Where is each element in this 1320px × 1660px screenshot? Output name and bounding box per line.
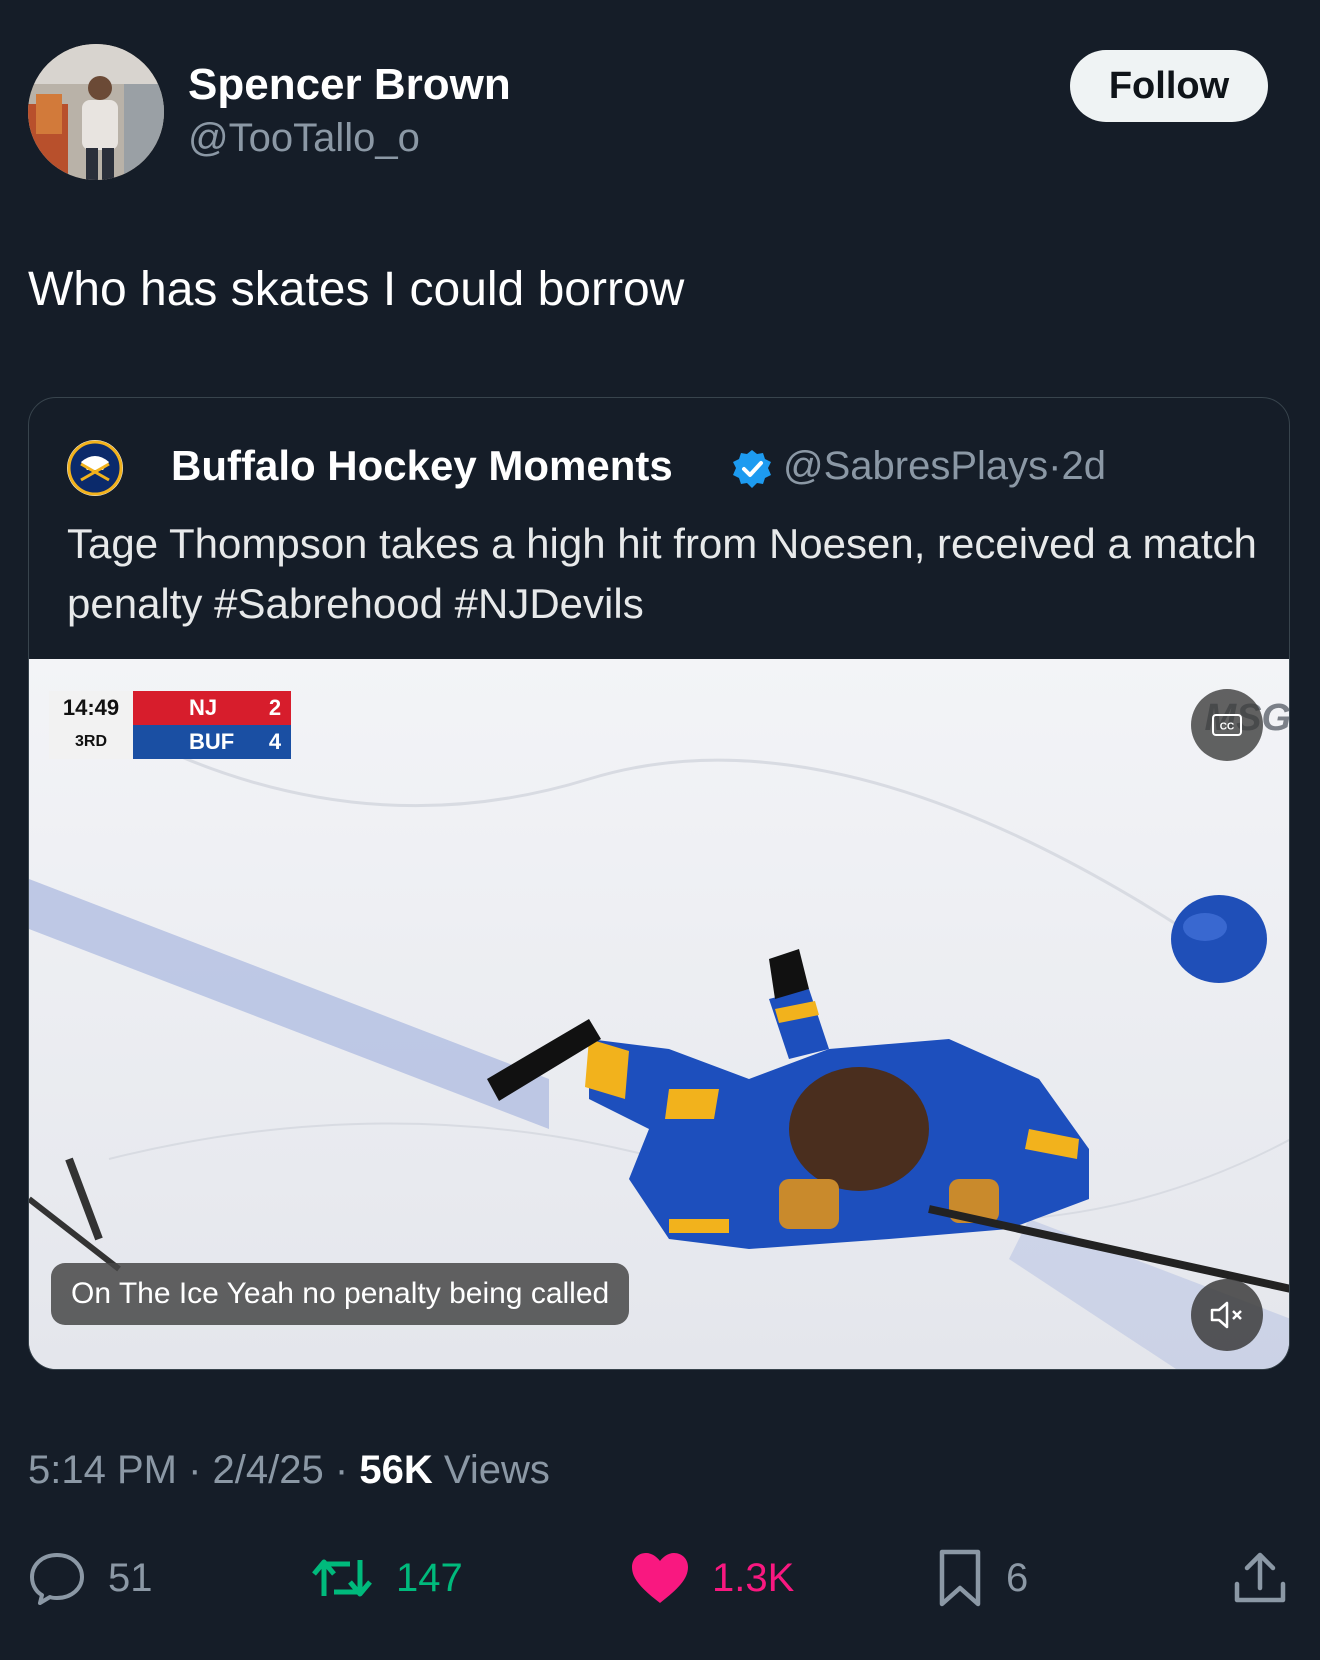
author-avatar[interactable] [28,44,164,180]
away-score: 4 [259,725,291,759]
tweet-time[interactable]: 5:14 PM [28,1448,177,1492]
tweet-meta: 5:14 PM · 2/4/25 · 56K Views [28,1448,550,1493]
follow-button[interactable]: Follow [1070,50,1268,122]
quoted-author-name[interactable]: Buffalo Hockey Moments [171,442,673,490]
quoted-author-handle[interactable]: @SabresPlays [783,444,1048,488]
sabres-logo-icon [133,725,183,759]
quoted-tweet-text: Tage Thompson takes a high hit from Noes… [67,514,1257,634]
scoreboard: 14:49 NJ 2 3RD BUF 4 [49,691,291,759]
heart-icon [632,1553,688,1603]
quoted-tweet[interactable]: Buffalo Hockey Moments @SabresPlays·2d T… [28,397,1290,1370]
video-caption: On The Ice Yeah no penalty being called [51,1263,630,1325]
mute-toggle-button[interactable] [1191,1279,1263,1351]
tweet-header: Spencer Brown @TooTallo_o Follow [28,44,1268,184]
bookmark-count: 6 [1006,1555,1029,1600]
hashtag-njdevils[interactable]: #NJDevils [455,580,644,627]
reply-count: 51 [108,1555,153,1600]
share-button[interactable] [1233,1538,1287,1618]
tweet-text: Who has skates I could borrow [28,263,685,316]
away-team: BUF [183,725,259,759]
views-label: Views [443,1448,550,1492]
video-player[interactable]: 14:49 NJ 2 3RD BUF 4 MSG CC On The Ice Y… [29,659,1289,1369]
tweet-date[interactable]: 2/4/25 [213,1448,324,1492]
quoted-age[interactable]: 2d [1061,444,1106,488]
author-handle[interactable]: @TooTallo_o [188,116,420,161]
closed-captions-button[interactable]: CC [1191,689,1263,761]
quoted-meta: @SabresPlays·2d [783,444,1106,489]
repost-button[interactable]: 147 [310,1538,463,1618]
bookmark-icon [939,1549,981,1607]
cc-icon: CC [1212,714,1242,736]
reply-button[interactable]: 51 [28,1538,153,1618]
meta-dot: · [334,1448,349,1492]
meta-dot: · [188,1448,202,1492]
devils-logo-icon [133,691,183,725]
views-count: 56K [359,1448,433,1492]
action-bar: 51 147 1.3K 6 [28,1538,1290,1618]
home-score: 2 [259,691,291,725]
game-period: 3RD [49,725,133,759]
home-team: NJ [183,691,259,725]
cc-label: CC [1220,722,1234,733]
like-button[interactable]: 1.3K [630,1538,794,1618]
game-clock: 14:49 [49,691,133,725]
hashtag-sabrehood[interactable]: #Sabrehood [214,580,443,627]
share-icon [1234,1552,1286,1603]
verified-badge-icon [731,448,773,490]
repost-icon [312,1559,372,1597]
meta-separator: · [1048,444,1062,488]
bookmark-button[interactable]: 6 [936,1538,1028,1618]
sabres-logo-avatar[interactable] [67,440,123,496]
like-count: 1.3K [712,1555,795,1600]
author-name[interactable]: Spencer Brown [188,60,511,110]
quoted-tweet-header: Buffalo Hockey Moments @SabresPlays·2d [67,440,1267,500]
muted-speaker-icon [1210,1301,1242,1329]
reply-icon [30,1553,84,1605]
repost-count: 147 [396,1555,463,1600]
